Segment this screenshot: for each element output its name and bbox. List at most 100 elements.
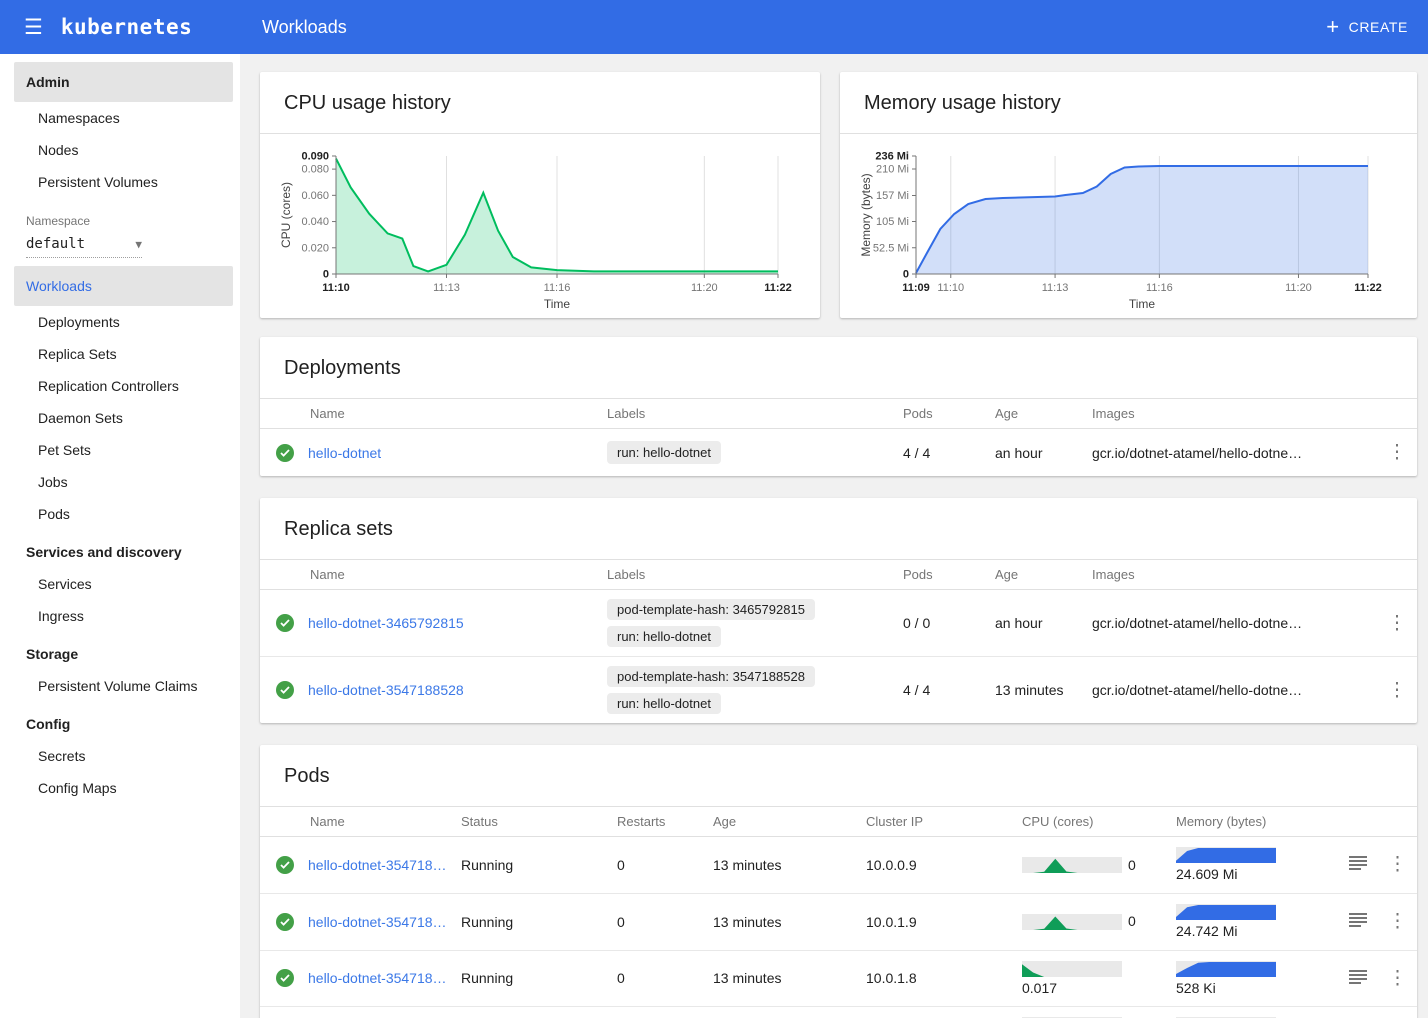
sidebar-header-services-discovery: Services and discovery (0, 530, 240, 568)
sidebar-item-namespaces[interactable]: Namespaces (0, 102, 240, 134)
sidebar-item-config-maps[interactable]: Config Maps (0, 772, 240, 804)
svg-text:11:22: 11:22 (764, 282, 792, 294)
app-logo: kubernetes (61, 15, 192, 39)
pod-memory-cell: 24.742 Mi (1176, 893, 1338, 950)
pod-restarts: 0 (617, 1007, 713, 1018)
sidebar-item-ingress[interactable]: Ingress (0, 600, 240, 632)
pod-age: 13 minutes (713, 950, 866, 1007)
age-value: 13 minutes (995, 657, 1092, 724)
sidebar-item-jobs[interactable]: Jobs (0, 466, 240, 498)
svg-text:Time: Time (1129, 297, 1156, 311)
pod-status: Running (461, 1007, 617, 1018)
table-row: hello-dotnet-354718… Running 0 13 minute… (260, 893, 1417, 950)
row-menu-icon[interactable]: ⋮ (1382, 677, 1413, 704)
svg-text:11:22: 11:22 (1354, 282, 1382, 294)
page-title: Workloads (262, 17, 347, 38)
replica-set-name-link[interactable]: hello-dotnet-3547188528 (308, 682, 464, 698)
create-button[interactable]: + CREATE (1326, 16, 1408, 38)
column-header-restarts: Restarts (617, 807, 713, 837)
pods-count: 4 / 4 (903, 429, 995, 477)
memory-chart-title: Memory usage history (840, 72, 1417, 134)
sidebar-item-services[interactable]: Services (0, 568, 240, 600)
label-chip: run: hello-dotnet (607, 626, 721, 647)
svg-text:210 Mi: 210 Mi (876, 164, 909, 176)
cpu-sparkline (1022, 961, 1122, 977)
cpu-value: 0 (1128, 857, 1136, 874)
sidebar-item-secrets[interactable]: Secrets (0, 740, 240, 772)
pod-age: 13 minutes (713, 837, 866, 894)
sidebar-item-nodes[interactable]: Nodes (0, 134, 240, 166)
pod-status: Running (461, 837, 617, 894)
column-header-name: Name (260, 560, 607, 590)
sidebar-header-config: Config (0, 702, 240, 740)
deployment-name-link[interactable]: hello-dotnet (308, 445, 381, 461)
namespace-select[interactable]: default ▼ (26, 236, 142, 258)
column-header-actions (1377, 399, 1417, 429)
pod-cluster-ip: 10.0.1.8 (866, 950, 1022, 1007)
replica-set-name-link[interactable]: hello-dotnet-3465792815 (308, 615, 464, 631)
svg-text:0.060: 0.060 (301, 190, 329, 202)
pods-count: 4 / 4 (903, 657, 995, 724)
deployments-card: Deployments Name Labels Pods Age Images (260, 337, 1417, 476)
cpu-chart-title: CPU usage history (260, 72, 820, 134)
pod-name-link[interactable]: hello-dotnet-354718… (308, 857, 447, 873)
sidebar-item-deployments[interactable]: Deployments (0, 306, 240, 338)
sidebar-item-persistent-volumes[interactable]: Persistent Volumes (0, 166, 240, 198)
sidebar-item-admin[interactable]: Admin (14, 62, 233, 102)
pod-cpu-cell: 0 (1022, 837, 1176, 894)
pod-name-link[interactable]: hello-dotnet-354718… (308, 914, 447, 930)
logs-icon[interactable] (1347, 911, 1369, 932)
column-header-labels: Labels (607, 560, 903, 590)
pod-memory-cell: 24.609 Mi (1176, 837, 1338, 894)
memory-sparkline (1176, 847, 1276, 863)
sidebar-item-workloads[interactable]: Workloads (14, 266, 233, 306)
column-header-name: Name (260, 807, 461, 837)
svg-text:Time: Time (544, 297, 571, 311)
cpu-value: 0.017 (1022, 980, 1057, 997)
sidebar-item-daemon-sets[interactable]: Daemon Sets (0, 402, 240, 434)
memory-value: 24.742 Mi (1176, 923, 1237, 940)
table-row: hello-dotnet-354718… Running 0 13 minute… (260, 1007, 1417, 1018)
sidebar-item-replica-sets[interactable]: Replica Sets (0, 338, 240, 370)
row-menu-icon[interactable]: ⋮ (1382, 965, 1413, 992)
age-value: an hour (995, 590, 1092, 657)
column-header-status: Status (461, 807, 617, 837)
pod-status: Running (461, 950, 617, 1007)
sidebar-item-pods[interactable]: Pods (0, 498, 240, 530)
logs-icon[interactable] (1347, 968, 1369, 989)
main-content: CPU usage history 00.0200.0400.0600.0800… (240, 54, 1428, 1018)
hamburger-menu-icon[interactable]: ☰ (24, 17, 43, 38)
row-menu-icon[interactable]: ⋮ (1382, 610, 1413, 637)
sidebar-header-storage: Storage (0, 632, 240, 670)
sidebar-item-pet-sets[interactable]: Pet Sets (0, 434, 240, 466)
sidebar-item-replication-controllers[interactable]: Replication Controllers (0, 370, 240, 402)
row-menu-icon[interactable]: ⋮ (1382, 908, 1413, 935)
pod-memory-cell: 528 Ki (1176, 1007, 1338, 1018)
svg-text:11:20: 11:20 (1285, 282, 1312, 294)
chevron-down-icon: ▼ (135, 238, 142, 251)
pods-table: Name Status Restarts Age Cluster IP CPU … (260, 807, 1417, 1018)
svg-text:105 Mi: 105 Mi (876, 216, 909, 228)
svg-text:11:13: 11:13 (1042, 282, 1069, 294)
pods-title: Pods (260, 745, 1417, 807)
column-header-cpu: CPU (cores) (1022, 807, 1176, 837)
cpu-sparkline (1022, 914, 1122, 930)
pod-cluster-ip: 10.0.0.8 (866, 1007, 1022, 1018)
logs-icon[interactable] (1347, 854, 1369, 875)
pod-cpu-cell: 0.064 (1022, 1007, 1176, 1018)
cpu-usage-card: CPU usage history 00.0200.0400.0600.0800… (260, 72, 820, 318)
pod-cluster-ip: 10.0.0.9 (866, 837, 1022, 894)
svg-text:11:20: 11:20 (691, 282, 718, 294)
top-bar: ☰ kubernetes Workloads + CREATE (0, 0, 1428, 54)
table-row: hello-dotnet-354718… Running 0 13 minute… (260, 950, 1417, 1007)
status-ok-icon (276, 856, 294, 874)
images-value: gcr.io/dotnet-atamel/hello-dotne… (1092, 657, 1377, 724)
pod-name-link[interactable]: hello-dotnet-354718… (308, 970, 447, 986)
sidebar-item-persistent-volume-claims[interactable]: Persistent Volume Claims (0, 670, 240, 702)
memory-value: 24.609 Mi (1176, 866, 1237, 883)
row-menu-icon[interactable]: ⋮ (1382, 851, 1413, 878)
replica-sets-card: Replica sets Name Labels Pods Age Images (260, 498, 1417, 723)
pods-count: 0 / 0 (903, 590, 995, 657)
row-menu-icon[interactable]: ⋮ (1382, 439, 1413, 466)
table-row: hello-dotnet-354718… Running 0 13 minute… (260, 837, 1417, 894)
